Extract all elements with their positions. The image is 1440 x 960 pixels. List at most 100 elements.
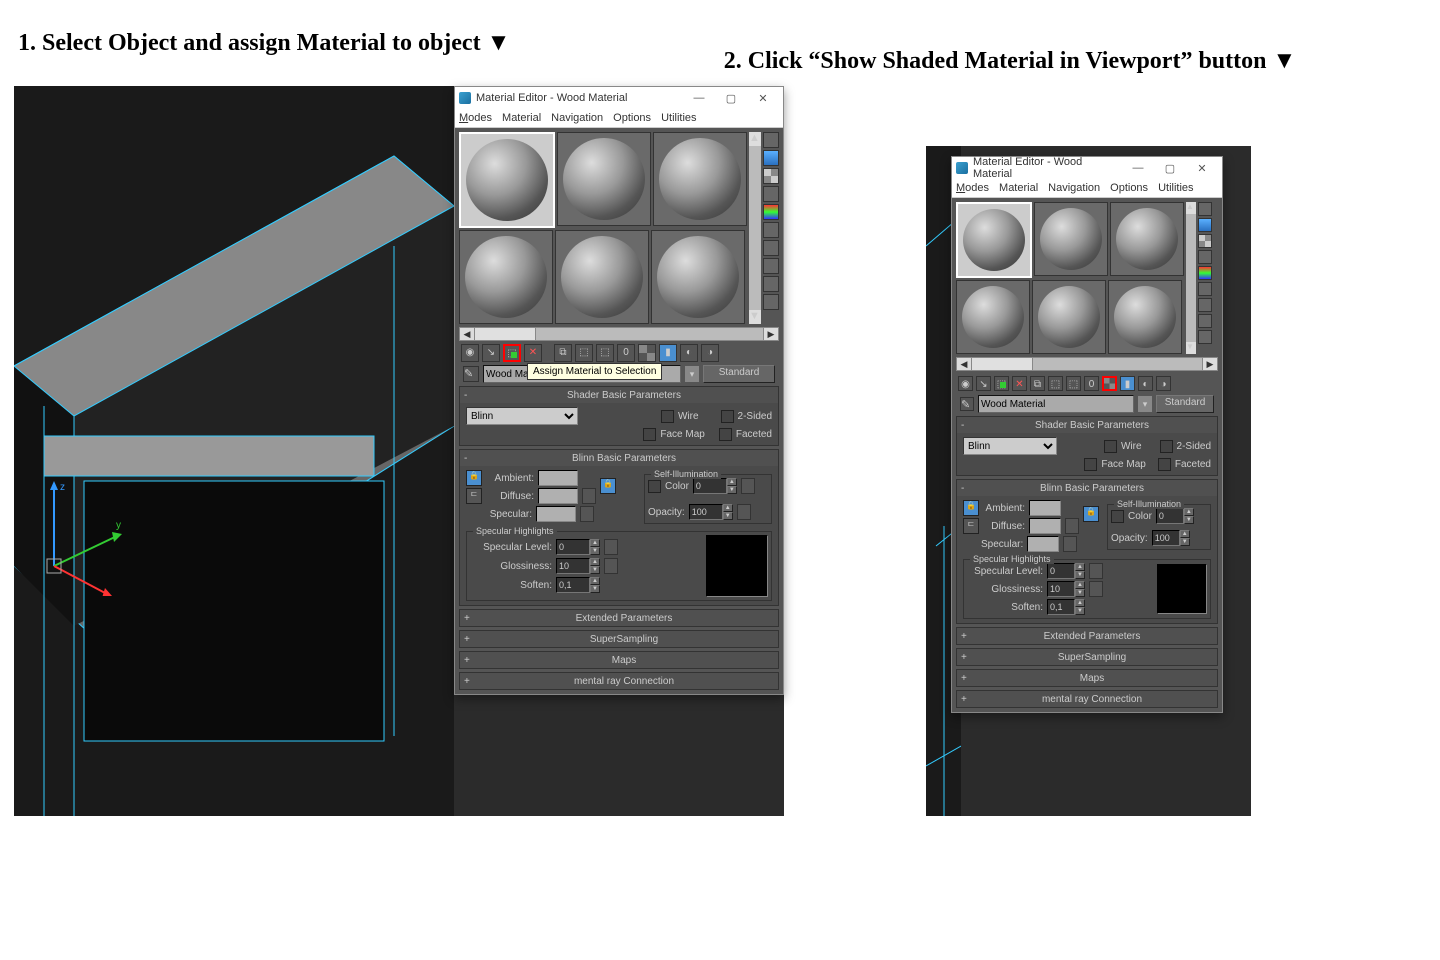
- put-to-library-icon[interactable]: ⬚: [596, 344, 614, 362]
- select-by-material-icon[interactable]: [1198, 314, 1212, 328]
- rollout-header[interactable]: -Blinn Basic Parameters: [460, 450, 778, 466]
- shader-select[interactable]: Blinn: [963, 437, 1057, 455]
- rollout-header[interactable]: -Shader Basic Parameters: [957, 417, 1217, 433]
- pick-icon[interactable]: [1198, 330, 1212, 344]
- twosided-checkbox[interactable]: [1160, 440, 1173, 453]
- gloss-spinner[interactable]: ▲▼: [556, 558, 600, 574]
- show-end-result-icon[interactable]: ▮: [659, 344, 677, 362]
- speclevel-spinner[interactable]: ▲▼: [1047, 563, 1085, 579]
- sample-type-icon[interactable]: [1198, 202, 1212, 216]
- sample-uv-icon[interactable]: [763, 186, 779, 202]
- sample-slot-6[interactable]: [1108, 280, 1182, 354]
- color-lock-icon[interactable]: 🔒: [600, 478, 616, 494]
- menu-material[interactable]: Material: [999, 182, 1038, 194]
- gloss-map-button[interactable]: [1089, 581, 1103, 597]
- color-spinner[interactable]: ▲▼: [693, 478, 737, 494]
- reset-map-icon[interactable]: ✕: [524, 344, 542, 362]
- extended-rollout[interactable]: +Extended Parameters: [459, 609, 779, 627]
- diffuse-swatch[interactable]: [1029, 518, 1061, 534]
- background-icon[interactable]: [763, 168, 779, 184]
- scroll-right-icon[interactable]: ▶: [764, 328, 778, 340]
- options-icon[interactable]: [763, 240, 779, 256]
- vscroll-up[interactable]: ▲: [749, 132, 761, 146]
- color-spinner[interactable]: ▲▼: [1156, 508, 1194, 524]
- faceted-checkbox[interactable]: [719, 428, 732, 441]
- go-to-parent-icon[interactable]: ◐: [1138, 376, 1153, 391]
- opacity-map-button[interactable]: [737, 504, 751, 520]
- select-by-material-icon[interactable]: [763, 258, 779, 274]
- specular-swatch[interactable]: [1027, 536, 1059, 552]
- put-to-library-icon[interactable]: ⬚: [1066, 376, 1081, 391]
- specular-map-button[interactable]: [580, 506, 594, 522]
- diffuse-lock-icon[interactable]: ⊏: [963, 518, 979, 534]
- ambient-swatch[interactable]: [538, 470, 578, 486]
- minimize-button[interactable]: —: [683, 92, 715, 104]
- material-id-icon[interactable]: 0: [617, 344, 635, 362]
- maps-rollout[interactable]: +Maps: [956, 669, 1218, 687]
- specular-swatch[interactable]: [536, 506, 576, 522]
- specular-map-button[interactable]: [1063, 536, 1077, 552]
- minimize-button[interactable]: —: [1122, 162, 1154, 174]
- speclevel-map-button[interactable]: [1089, 563, 1103, 579]
- sample-slot-2[interactable]: [557, 132, 651, 226]
- wire-checkbox[interactable]: [661, 410, 674, 423]
- speclevel-map-button[interactable]: [604, 539, 618, 555]
- maximize-button[interactable]: ▢: [1154, 162, 1186, 175]
- scroll-left-icon[interactable]: ◀: [460, 328, 474, 340]
- make-preview-icon[interactable]: [763, 222, 779, 238]
- color-checkbox[interactable]: [648, 480, 661, 493]
- soften-spinner[interactable]: ▲▼: [556, 577, 600, 593]
- sample-slot-4[interactable]: [459, 230, 553, 324]
- eyedropper-icon[interactable]: ✎: [960, 397, 974, 411]
- vscroll-down[interactable]: ▼: [1186, 342, 1196, 354]
- facemap-checkbox[interactable]: [1084, 458, 1097, 471]
- maps-rollout[interactable]: +Maps: [459, 651, 779, 669]
- vscroll-down[interactable]: ▼: [749, 310, 761, 324]
- sample-slot-3[interactable]: [653, 132, 747, 226]
- ambient-swatch[interactable]: [1029, 500, 1061, 516]
- diffuse-lock-icon[interactable]: ⊏: [466, 488, 482, 504]
- shader-select[interactable]: Blinn: [466, 407, 578, 425]
- gloss-map-button[interactable]: [604, 558, 618, 574]
- mentalray-rollout[interactable]: +mental ray Connection: [459, 672, 779, 690]
- video-color-icon[interactable]: [763, 204, 779, 220]
- viewport-3d[interactable]: z y x: [14, 86, 454, 816]
- maximize-button[interactable]: ▢: [715, 92, 747, 105]
- rollout-header[interactable]: -Blinn Basic Parameters: [957, 480, 1217, 496]
- name-dropdown-icon[interactable]: ▾: [1138, 396, 1152, 412]
- sample-hscroll[interactable]: ◀▶: [956, 357, 1218, 371]
- make-preview-icon[interactable]: [1198, 282, 1212, 296]
- make-copy-icon[interactable]: ⧉: [1030, 376, 1045, 391]
- extended-rollout[interactable]: +Extended Parameters: [956, 627, 1218, 645]
- close-button[interactable]: ✕: [747, 92, 779, 105]
- make-copy-icon[interactable]: ⧉: [554, 344, 572, 362]
- opacity-spinner[interactable]: ▲▼: [689, 504, 733, 520]
- show-end-result-icon[interactable]: ▮: [1120, 376, 1135, 391]
- sample-type-icon[interactable]: [763, 132, 779, 148]
- twosided-checkbox[interactable]: [721, 410, 734, 423]
- show-in-viewport-button[interactable]: [1102, 376, 1117, 391]
- menu-modes[interactable]: Modes: [956, 182, 989, 194]
- ambient-lock-icon[interactable]: 🔒: [963, 500, 979, 516]
- soften-spinner[interactable]: ▲▼: [1047, 599, 1085, 615]
- diffuse-swatch[interactable]: [538, 488, 578, 504]
- scroll-right-icon[interactable]: ▶: [1203, 358, 1217, 370]
- sample-slot-4[interactable]: [956, 280, 1030, 354]
- menu-utilities[interactable]: Utilities: [1158, 182, 1193, 194]
- sample-slot-6[interactable]: [651, 230, 745, 324]
- material-type-button[interactable]: Standard: [703, 365, 775, 383]
- name-dropdown-icon[interactable]: ▾: [685, 366, 699, 382]
- assign-material-button[interactable]: ⬚: [994, 376, 1009, 391]
- options-icon[interactable]: [1198, 298, 1212, 312]
- wire-checkbox[interactable]: [1104, 440, 1117, 453]
- gloss-spinner[interactable]: ▲▼: [1047, 581, 1085, 597]
- menu-navigation[interactable]: Navigation: [1048, 182, 1100, 194]
- diffuse-map-button[interactable]: [582, 488, 596, 504]
- facemap-checkbox[interactable]: [643, 428, 656, 441]
- sample-slot-5[interactable]: [555, 230, 649, 324]
- close-button[interactable]: ✕: [1186, 162, 1218, 175]
- sample-hscroll[interactable]: ◀▶: [459, 327, 779, 341]
- menu-options[interactable]: Options: [613, 112, 651, 124]
- make-unique-icon[interactable]: ⬚: [1048, 376, 1063, 391]
- show-in-viewport-button[interactable]: [638, 344, 656, 362]
